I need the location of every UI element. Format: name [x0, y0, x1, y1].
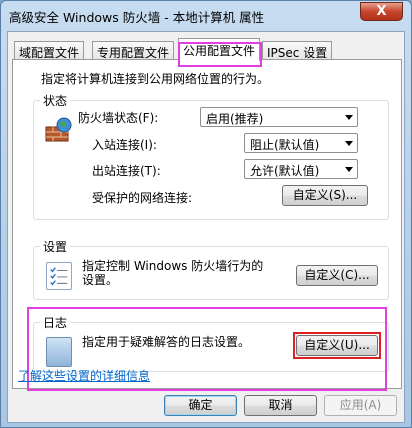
log-description: 指定用于疑难解答的日志设置。 — [82, 335, 251, 349]
tab-strip: 域配置文件 专用配置文件 公用配置文件 IPSec 设置 — [12, 38, 404, 67]
dialog-client-area: 域配置文件 专用配置文件 公用配置文件 IPSec 设置 指定将计算机连接到公用… — [7, 31, 405, 423]
tab-public-profile[interactable]: 公用配置文件 — [178, 38, 261, 61]
settings-description-line2: 设置。 — [82, 273, 119, 287]
state-group-label: 状态 — [40, 92, 71, 109]
firewall-state-select[interactable]: 启用(推荐) — [200, 107, 358, 127]
firewall-globe-icon — [45, 117, 72, 142]
tab-private-profile[interactable]: 专用配置文件 — [92, 41, 175, 60]
customize-log-button[interactable]: 自定义(U)... — [296, 335, 378, 356]
close-button[interactable]: X — [360, 2, 403, 21]
ok-button[interactable]: 确定 — [164, 395, 237, 416]
settings-group-label: 设置 — [40, 238, 71, 255]
settings-group: 设置 指定控制 Windows 防火墙行为的 设置。 自定义(C)... — [33, 238, 389, 300]
learn-more-link[interactable]: 了解这些设置的详细信息 — [18, 367, 150, 384]
tab-domain-profile[interactable]: 域配置文件 — [14, 41, 85, 60]
window-title: 高级安全 Windows 防火墙 - 本地计算机 属性 — [9, 10, 265, 25]
customize-settings-button[interactable]: 自定义(C)... — [296, 265, 378, 286]
settings-list-icon — [46, 262, 72, 290]
title-bar: 高级安全 Windows 防火墙 - 本地计算机 属性 X — [1, 1, 411, 31]
outbound-value: 允许(默认值) — [250, 164, 320, 178]
chevron-down-icon — [345, 115, 353, 120]
inbound-value: 阻止(默认值) — [250, 138, 320, 152]
tab-panel-public: 指定将计算机连接到公用网络位置的行为。 状态 防火墙状态(F): 启用(推荐) — [12, 59, 402, 391]
log-file-icon — [46, 337, 72, 367]
chevron-down-icon — [345, 141, 353, 146]
chevron-down-icon — [345, 167, 353, 172]
log-group-label: 日志 — [40, 314, 71, 331]
outbound-select[interactable]: 允许(默认值) — [244, 159, 358, 179]
state-group: 状态 防火墙状态(F): 启用(推荐) 入站连接(I): 阻止(默认值) 出站连… — [33, 92, 389, 220]
cancel-button[interactable]: 取消 — [244, 395, 317, 416]
inbound-label: 入站连接(I): — [92, 138, 157, 152]
inbound-select[interactable]: 阻止(默认值) — [244, 133, 358, 153]
firewall-state-label: 防火墙状态(F): — [78, 111, 159, 125]
log-group: 日志 指定用于疑难解答的日志设置。 自定义(U)... — [33, 314, 389, 372]
tab-ipsec-settings[interactable]: IPSec 设置 — [262, 41, 333, 60]
properties-window: 高级安全 Windows 防火墙 - 本地计算机 属性 X 域配置文件 专用配置… — [0, 0, 412, 428]
apply-button[interactable]: 应用(A) — [324, 395, 397, 416]
customize-protected-connections-button[interactable]: 自定义(S)... — [282, 185, 368, 206]
firewall-state-value: 启用(推荐) — [206, 112, 264, 126]
profile-description: 指定将计算机连接到公用网络位置的行为。 — [41, 72, 270, 86]
protected-connections-label: 受保护的网络连接: — [92, 191, 193, 205]
outbound-label: 出站连接(T): — [92, 164, 161, 178]
